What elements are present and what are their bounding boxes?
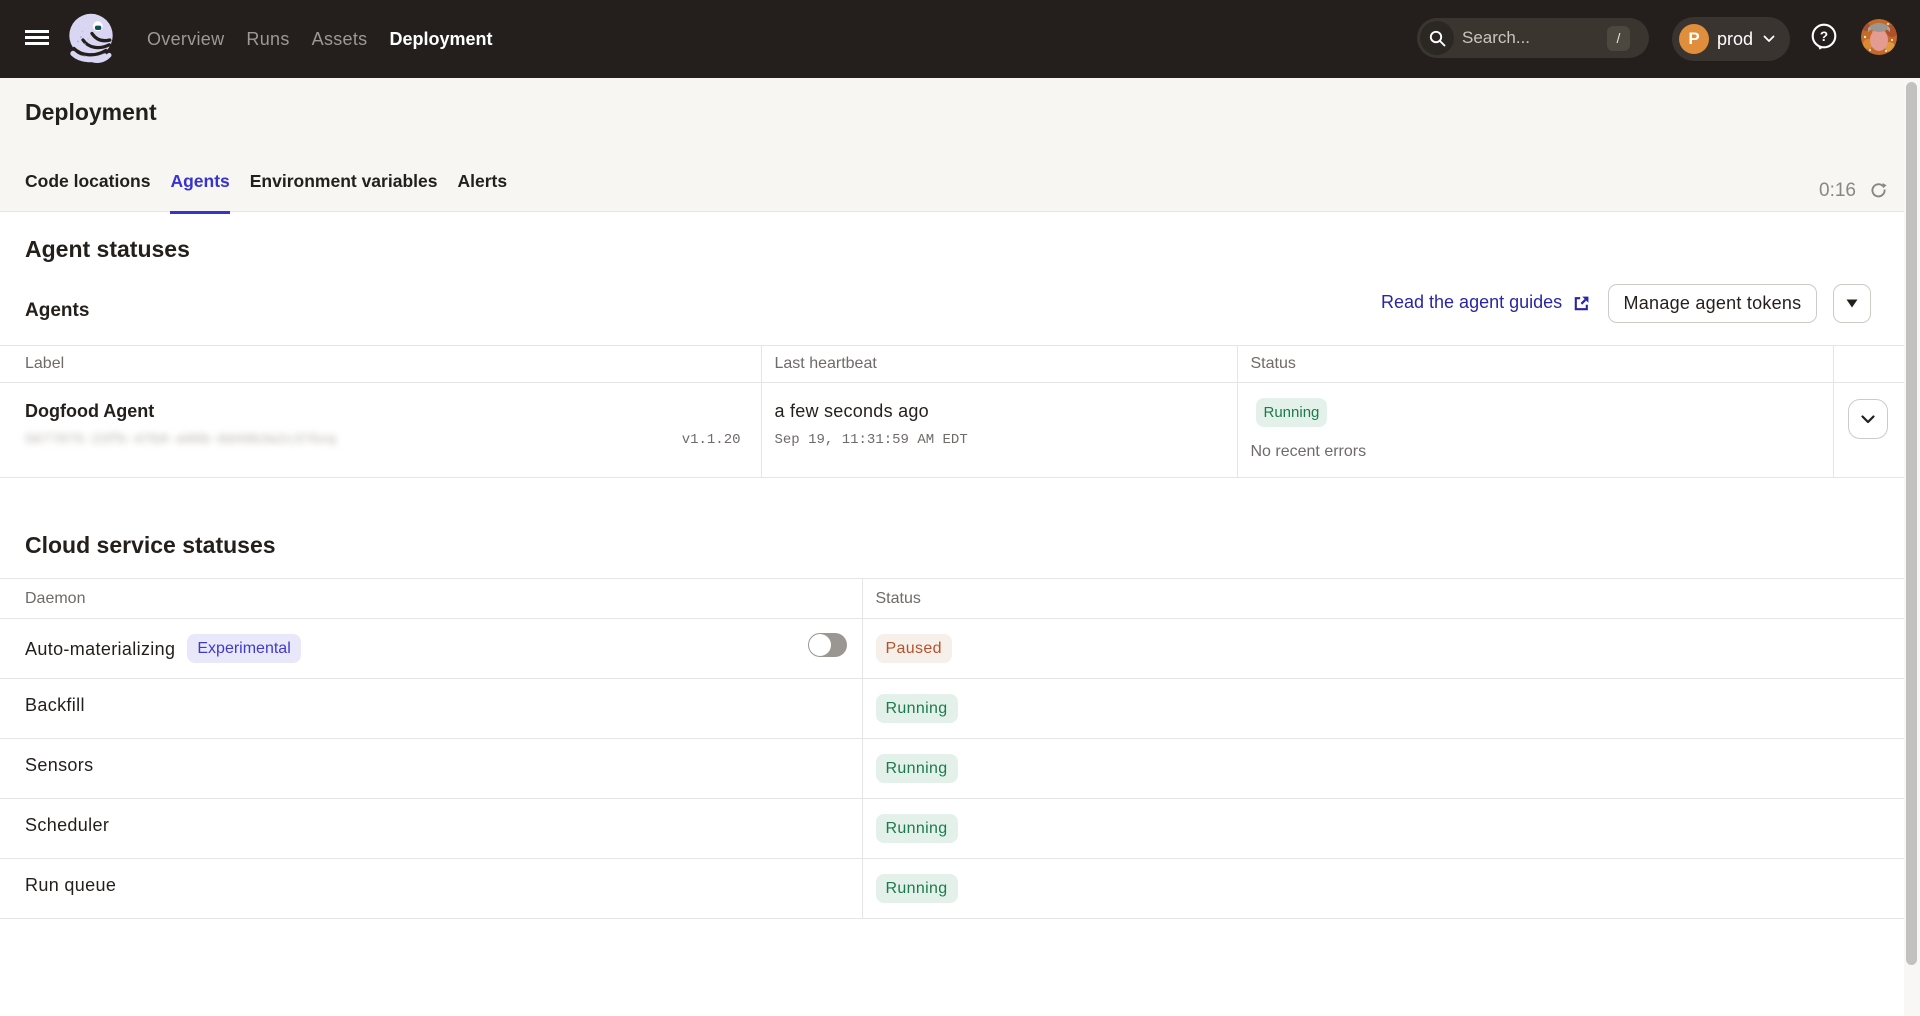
svg-text:?: ? bbox=[1820, 29, 1828, 44]
